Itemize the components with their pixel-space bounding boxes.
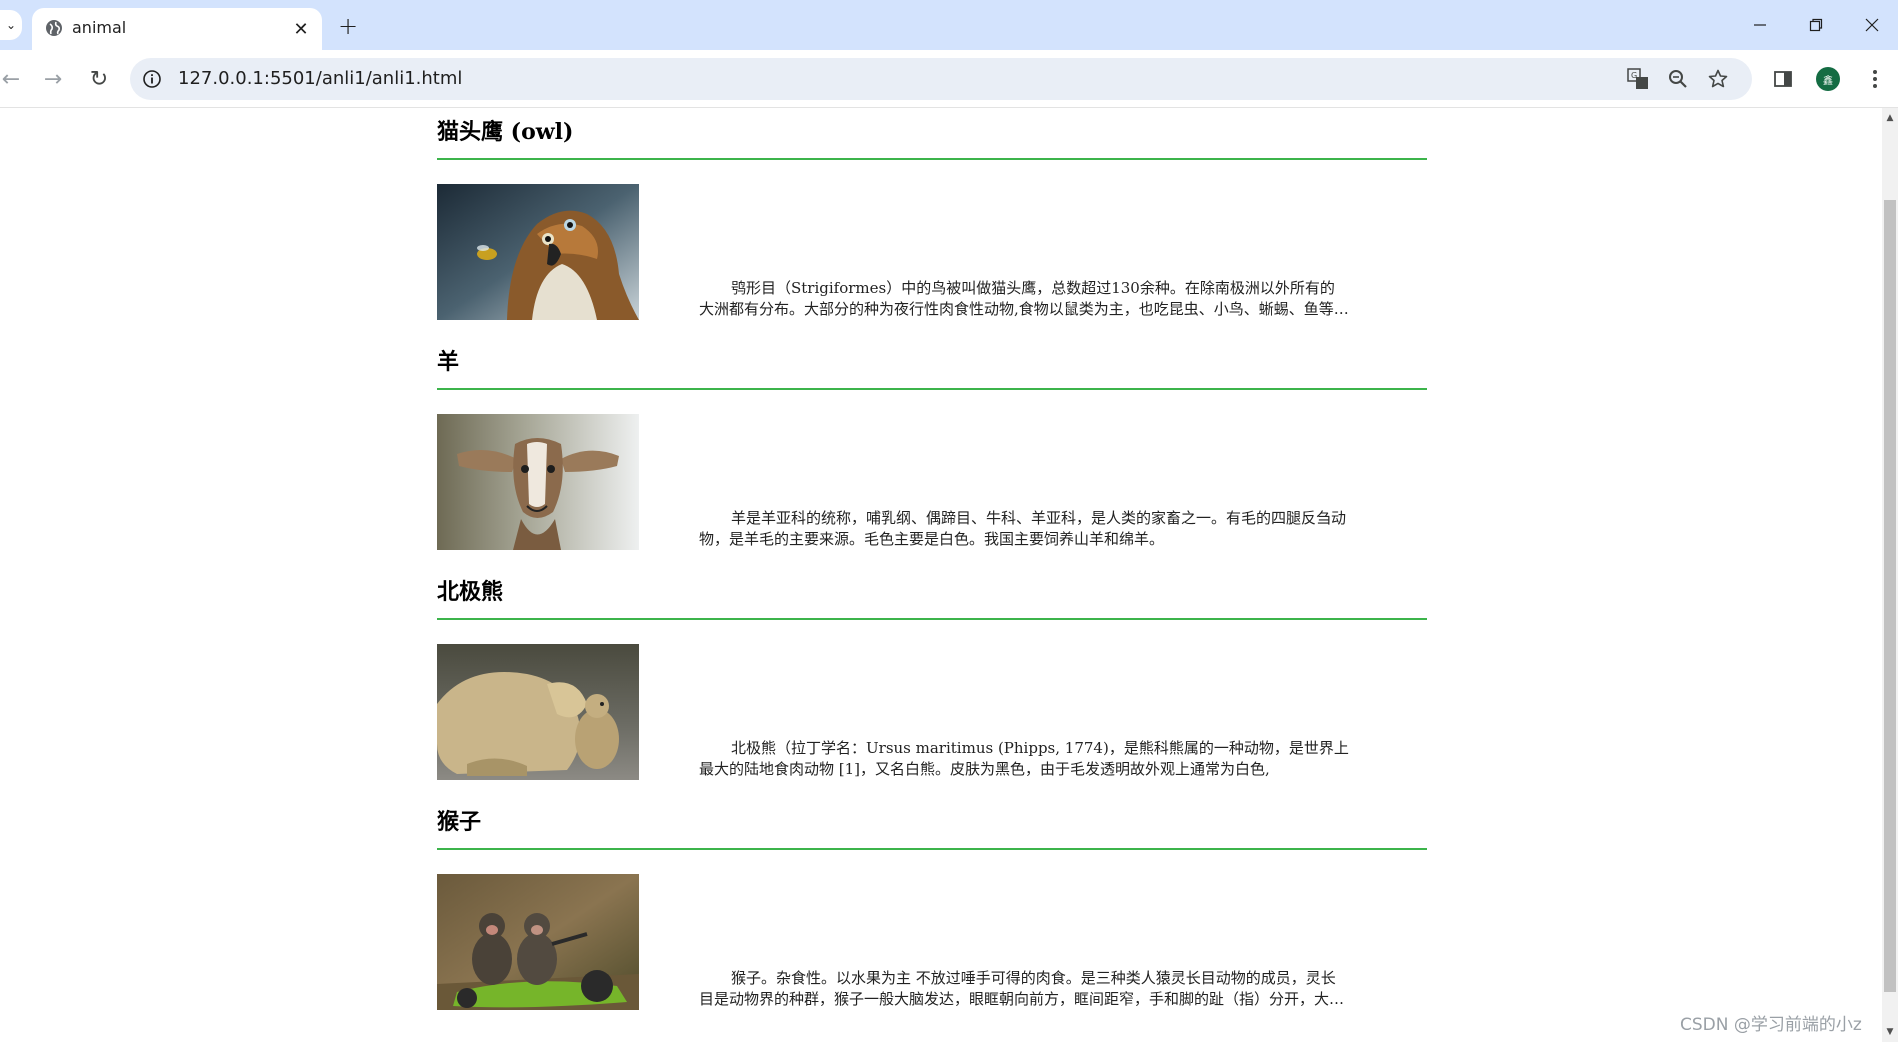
reload-icon[interactable]: ↻ bbox=[82, 62, 116, 96]
close-window-icon[interactable] bbox=[1844, 0, 1898, 50]
animal-description: 猴子。杂食性。以水果为主 不放过唾手可得的肉食。是三种类人猿灵长目动物的成员，灵… bbox=[699, 969, 1345, 1008]
bookmark-star-icon[interactable] bbox=[1706, 67, 1730, 91]
url-text[interactable]: 127.0.0.1:5501/anli1/anli1.html bbox=[178, 67, 462, 91]
animal-title: 猫头鹰 (owl) bbox=[437, 119, 574, 145]
divider bbox=[437, 848, 1427, 850]
csdn-watermark: CSDN @学习前端的小z bbox=[1680, 1015, 1862, 1035]
animal-title: 羊 bbox=[437, 349, 460, 375]
forward-arrow-icon[interactable]: → bbox=[36, 62, 70, 96]
tab-title: animal bbox=[72, 18, 127, 37]
zoom-icon[interactable] bbox=[1666, 67, 1690, 91]
address-bar[interactable]: 127.0.0.1:5501/anli1/anli1.html G bbox=[130, 58, 1752, 100]
animal-item-goat: 羊 羊是羊亚科的统称，哺乳纲、偶蹄目、牛科、羊亚科，是人类的家畜之一。有毛的四腿… bbox=[437, 338, 1427, 568]
goat-photo bbox=[437, 414, 639, 550]
scroll-down-arrow-icon[interactable]: ▼ bbox=[1882, 1024, 1898, 1040]
owl-photo bbox=[437, 184, 639, 320]
restore-icon[interactable] bbox=[1788, 0, 1844, 50]
animal-description: 鸮形目（Strigiformes）中的鸟被叫做猫头鹰，总数超过130余种。在除南… bbox=[699, 279, 1349, 318]
scroll-up-arrow-icon[interactable]: ▲ bbox=[1882, 110, 1898, 126]
tab-strip: ⌄ animal ✕ + bbox=[0, 0, 1898, 50]
animal-title: 北极熊 bbox=[437, 579, 504, 605]
profile-avatar[interactable]: 鑫 bbox=[1816, 67, 1840, 91]
translate-icon[interactable]: G bbox=[1626, 67, 1650, 91]
tab-close-icon[interactable]: ✕ bbox=[290, 18, 312, 40]
site-info-icon[interactable] bbox=[142, 69, 162, 89]
browser-toolbar: ← → ↻ 127.0.0.1:5501/anli1/anli1.html G … bbox=[0, 50, 1898, 108]
page-viewport: 猫头鹰 (owl) 鸮形目（Strigiformes）中的鸟被叫做猫头鹰，总数超… bbox=[0, 108, 1882, 1042]
new-tab-plus-icon[interactable]: + bbox=[334, 12, 362, 40]
animal-item-owl: 猫头鹰 (owl) 鸮形目（Strigiformes）中的鸟被叫做猫头鹰，总数超… bbox=[437, 108, 1427, 338]
monkeys-photo bbox=[437, 874, 639, 1010]
divider bbox=[437, 618, 1427, 620]
animal-item-polar-bear: 北极熊 北极熊（拉丁学名：Ursus maritimus (Phipps, 17… bbox=[437, 568, 1427, 798]
tab-search-chevron-icon[interactable]: ⌄ bbox=[0, 10, 22, 40]
back-arrow-icon[interactable]: ← bbox=[0, 62, 28, 96]
svg-text:G: G bbox=[1631, 71, 1637, 80]
animal-item-monkey: 猴子 猴子。杂食性。以水果为主 不放过唾手可得的肉食。是三种类人猿灵长目动物的成… bbox=[437, 798, 1427, 1028]
divider bbox=[437, 158, 1427, 160]
menu-kebab-icon[interactable] bbox=[1862, 66, 1888, 92]
animal-description: 北极熊（拉丁学名：Ursus maritimus (Phipps, 1774)，… bbox=[699, 739, 1349, 778]
animal-title: 猴子 bbox=[437, 809, 482, 835]
divider bbox=[437, 388, 1427, 390]
minimize-icon[interactable] bbox=[1732, 0, 1788, 50]
polar-bear-photo bbox=[437, 644, 639, 780]
scroll-thumb[interactable] bbox=[1884, 200, 1896, 992]
animal-description: 羊是羊亚科的统称，哺乳纲、偶蹄目、牛科、羊亚科，是人类的家畜之一。有毛的四腿反刍… bbox=[699, 509, 1347, 548]
globe-icon bbox=[46, 20, 62, 36]
side-panel-icon[interactable] bbox=[1770, 66, 1796, 92]
active-tab[interactable]: animal ✕ bbox=[32, 8, 322, 50]
vertical-scrollbar[interactable]: ▲ ▼ bbox=[1882, 108, 1898, 1042]
animal-list: 猫头鹰 (owl) 鸮形目（Strigiformes）中的鸟被叫做猫头鹰，总数超… bbox=[437, 108, 1427, 1028]
